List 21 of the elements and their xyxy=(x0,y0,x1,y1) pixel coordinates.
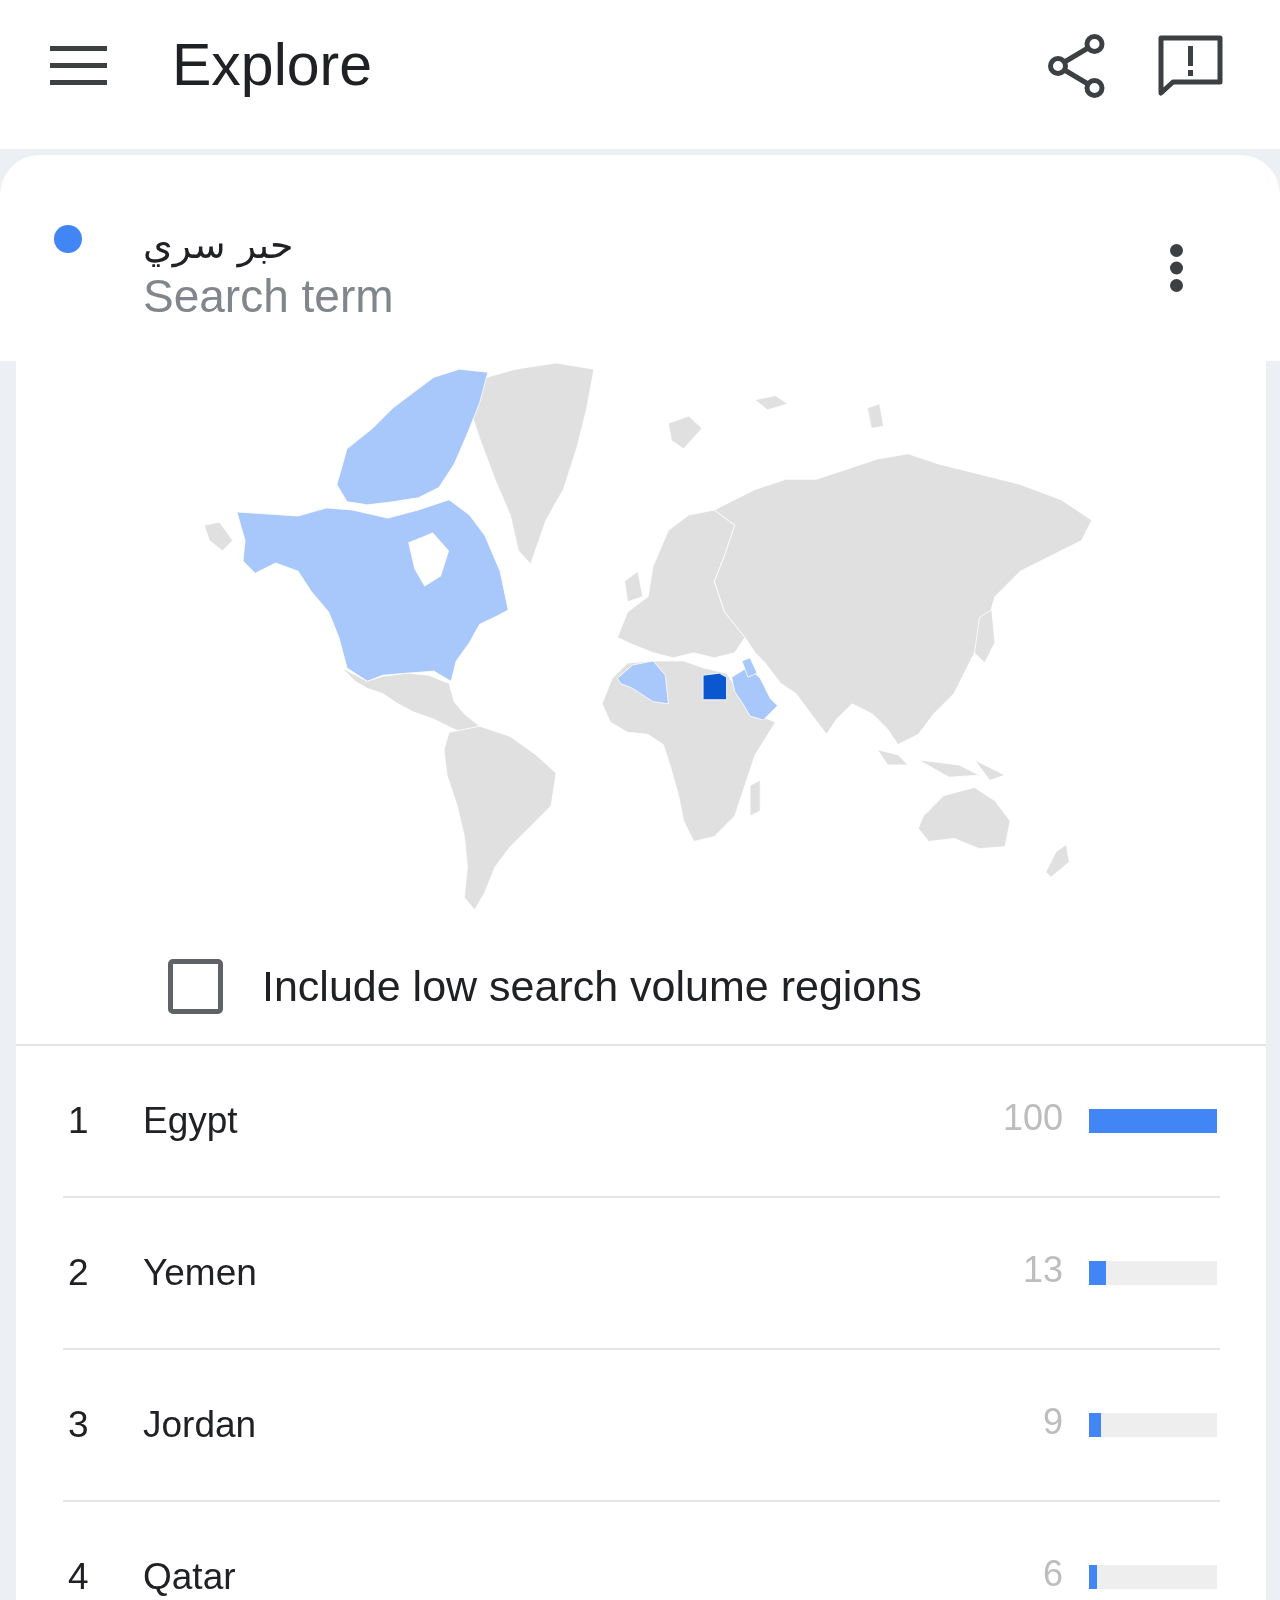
share-icon[interactable] xyxy=(1048,33,1105,98)
checkbox-label[interactable]: Include low search volume regions xyxy=(262,953,922,1019)
feedback-icon[interactable] xyxy=(1158,34,1223,97)
region-name[interactable]: Yemen xyxy=(143,1245,257,1301)
rank-number: 3 xyxy=(67,1403,90,1448)
interest-value: 100 xyxy=(1002,1096,1063,1140)
region-name[interactable]: Egypt xyxy=(143,1093,238,1149)
rank-number: 1 xyxy=(67,1099,90,1144)
term-caption: Search term xyxy=(143,270,394,322)
interest-value: 6 xyxy=(1042,1552,1063,1596)
menu-icon[interactable] xyxy=(50,46,107,85)
interest-value: 9 xyxy=(1042,1400,1063,1444)
rank-number: 4 xyxy=(67,1555,90,1600)
page-title: Explore xyxy=(172,36,373,95)
search-term: حبر سري xyxy=(143,222,294,270)
region-name[interactable]: Jordan xyxy=(143,1397,257,1453)
checkbox[interactable] xyxy=(168,958,223,1014)
region-name[interactable]: Qatar xyxy=(143,1549,236,1600)
more-options-icon[interactable] xyxy=(1169,243,1184,293)
interest-value: 13 xyxy=(1022,1248,1063,1292)
rank-number: 2 xyxy=(67,1251,90,1296)
